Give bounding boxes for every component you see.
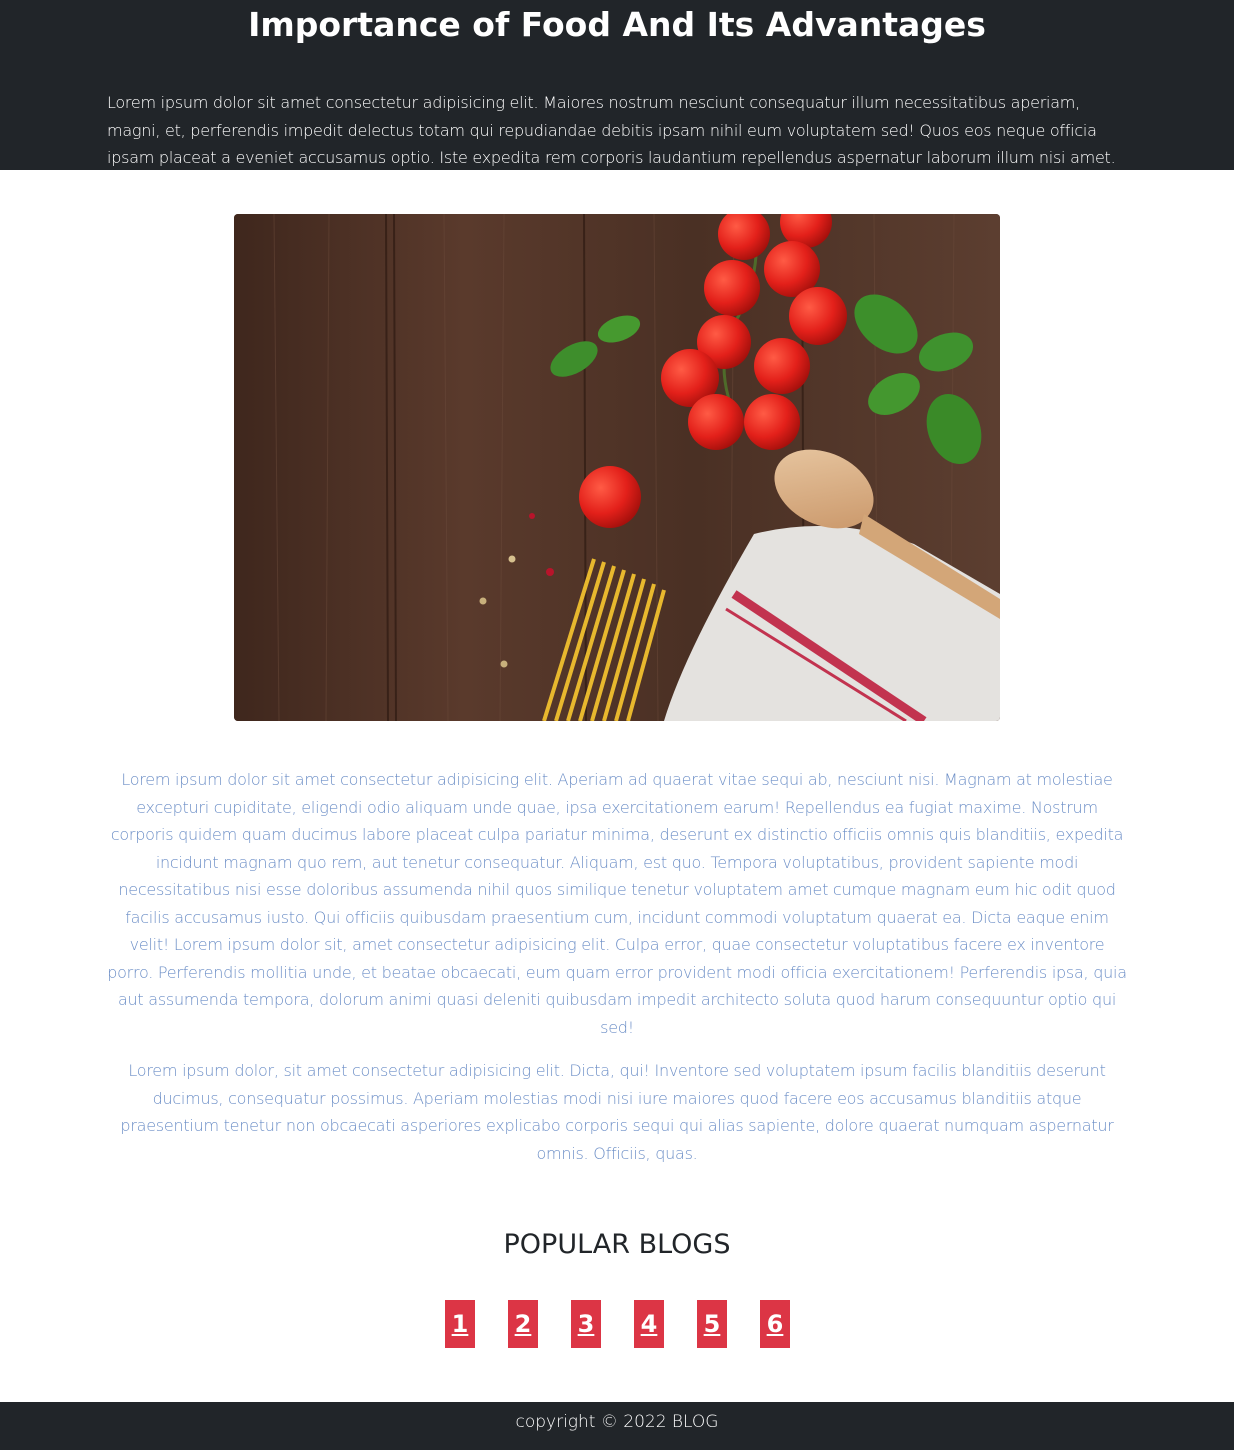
page-title: Importance of Food And Its Advantages xyxy=(248,5,986,44)
page-link-5[interactable]: 5 xyxy=(697,1300,727,1348)
page-link-2[interactable]: 2 xyxy=(508,1300,538,1348)
hero-food-illustration xyxy=(234,214,1000,721)
footer: copyright © 2022 BLOG xyxy=(0,1402,1234,1450)
page-link-1[interactable]: 1 xyxy=(445,1300,475,1348)
header-band: Importance of Food And Its Advantages Lo… xyxy=(0,0,1234,170)
page-link-3[interactable]: 3 xyxy=(571,1300,601,1348)
article-paragraph-1: Lorem ipsum dolor sit amet consectetur a… xyxy=(107,770,1127,1037)
intro-paragraph: Lorem ipsum dolor sit amet consectetur a… xyxy=(107,93,1116,167)
page-link-6[interactable]: 6 xyxy=(760,1300,790,1348)
article-paragraph-2: Lorem ipsum dolor, sit amet consectetur … xyxy=(120,1061,1114,1163)
hero-food-photo xyxy=(234,214,1000,721)
popular-blogs-pagination: 1 2 3 4 5 6 xyxy=(445,1300,790,1348)
popular-blogs-heading: POPULAR BLOGS xyxy=(503,1229,731,1260)
page-link-4[interactable]: 4 xyxy=(634,1300,664,1348)
copyright-text: copyright © 2022 BLOG xyxy=(515,1412,719,1432)
